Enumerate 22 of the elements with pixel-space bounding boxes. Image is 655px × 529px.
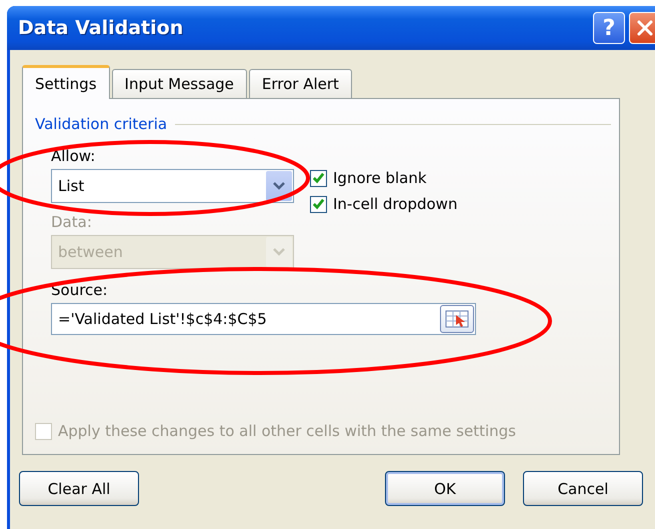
close-button[interactable] bbox=[629, 12, 655, 44]
range-picker-button[interactable] bbox=[440, 305, 474, 333]
tab[interactable]: Error Alert bbox=[248, 69, 352, 98]
checkbox[interactable] bbox=[310, 196, 327, 212]
checkbox[interactable] bbox=[310, 170, 327, 186]
checkbox-label: Ignore blank bbox=[333, 169, 427, 187]
tab[interactable]: Settings bbox=[22, 65, 110, 99]
allow-label: Allow: bbox=[51, 147, 96, 165]
range-select-icon bbox=[445, 310, 469, 328]
clear-all-button[interactable]: Clear All bbox=[19, 471, 139, 506]
tab[interactable]: Input Message bbox=[112, 69, 247, 98]
window-title: Data Validation bbox=[18, 17, 184, 39]
checkbox-label: Apply these changes to all other cells with the same settings bbox=[58, 422, 516, 440]
close-icon bbox=[636, 19, 654, 37]
group-title: Validation criteria bbox=[35, 115, 168, 133]
cancel-button[interactable]: Cancel bbox=[523, 471, 643, 506]
checkbox-label: In-cell dropdown bbox=[333, 195, 458, 213]
help-button[interactable]: ? bbox=[593, 12, 625, 44]
source-field[interactable]: ='Validated List'!$c$4:$C$5 bbox=[51, 303, 476, 335]
data-label: Data: bbox=[51, 213, 92, 231]
ok-button[interactable]: OK bbox=[385, 471, 505, 506]
allow-dropdown[interactable]: List bbox=[51, 169, 294, 203]
